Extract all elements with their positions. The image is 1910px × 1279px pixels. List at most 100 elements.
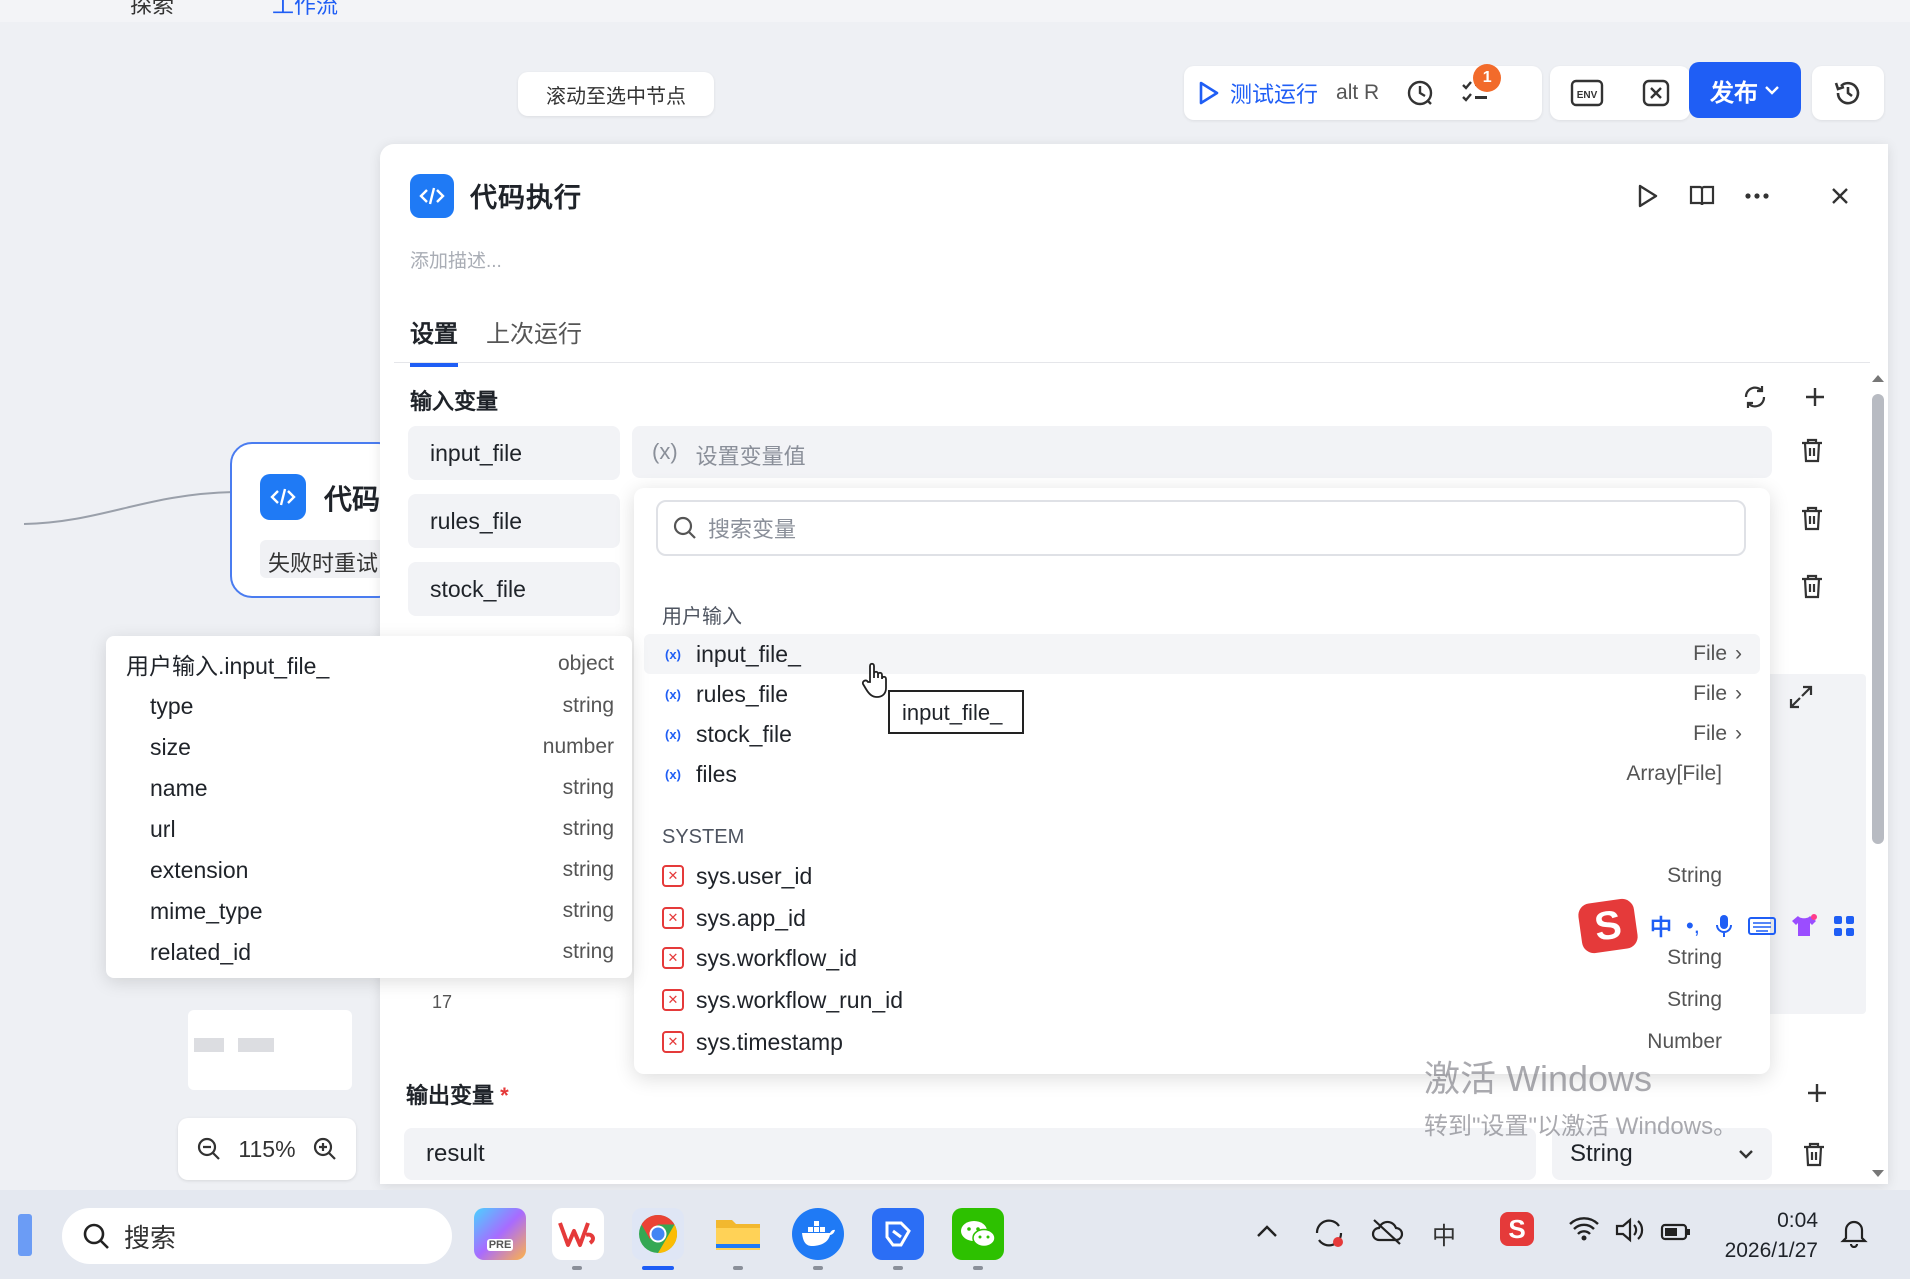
variable-option[interactable]: ✕ sys.user_id String — [644, 856, 1760, 896]
cloud-offline-icon[interactable] — [1370, 1216, 1404, 1246]
notification-bell-icon[interactable] — [1840, 1216, 1868, 1248]
ime-mode[interactable]: 中 — [1650, 910, 1672, 942]
sogou-tray-icon[interactable]: S — [1500, 1212, 1534, 1246]
variable-option[interactable]: (x) input_file_ File › — [644, 634, 1760, 674]
tab-workflow[interactable]: 工作流 — [272, 0, 338, 18]
chevron-down-icon — [1765, 86, 1779, 95]
variable-search-input[interactable]: 搜索变量 — [656, 500, 1746, 556]
panel-title[interactable]: 代码执行 — [470, 176, 582, 215]
system-x-icon: ✕ — [662, 1031, 684, 1053]
input-var-name[interactable]: stock_file — [408, 562, 620, 616]
docker-app-icon[interactable] — [792, 1208, 844, 1260]
delete-icon[interactable] — [1798, 504, 1826, 532]
docs-book-icon[interactable] — [1688, 183, 1716, 209]
object-field-row[interactable]: name string — [106, 768, 632, 808]
more-icon[interactable] — [1744, 192, 1770, 200]
expand-icon[interactable] — [1788, 684, 1814, 710]
tab-last-run[interactable]: 上次运行 — [486, 314, 582, 367]
variable-value-selector[interactable]: (x) 设置变量值 — [632, 426, 1772, 478]
variable-option[interactable]: (x) files Array[File] — [644, 754, 1760, 794]
search-icon — [673, 516, 696, 539]
scroll-down-icon[interactable] — [1870, 1168, 1886, 1180]
output-type-value: String — [1570, 1140, 1633, 1167]
scroll-up-icon[interactable] — [1870, 372, 1886, 384]
scroll-to-selected-button[interactable]: 滚动至选中节点 — [518, 72, 714, 116]
delete-icon[interactable] — [1800, 1140, 1828, 1168]
microphone-icon[interactable] — [1714, 913, 1734, 939]
field-key: size — [150, 733, 191, 760]
svg-text:ENV: ENV — [1576, 90, 1597, 101]
object-field-row[interactable]: related_id string — [106, 932, 632, 972]
delete-icon[interactable] — [1798, 572, 1826, 600]
variable-option[interactable]: (x) stock_file File › — [644, 714, 1760, 754]
run-node-icon[interactable] — [1636, 183, 1660, 209]
variable-option-name: sys.user_id — [696, 862, 813, 889]
system-clock[interactable]: 0:04 2026/1/27 — [1714, 1206, 1818, 1266]
lark-app-icon[interactable] — [872, 1208, 924, 1260]
sync-status-icon[interactable] — [1312, 1216, 1346, 1250]
field-key: name — [150, 774, 208, 801]
wechat-app-icon[interactable] — [952, 1208, 1004, 1260]
object-field-row[interactable]: type string — [106, 686, 632, 726]
taskbar-search[interactable]: 搜索 — [62, 1208, 452, 1264]
line-number: 17 — [432, 992, 453, 1012]
run-history-icon[interactable] — [1405, 78, 1435, 108]
checklist-button[interactable]: 1 — [1461, 64, 1502, 106]
version-history-button[interactable] — [1812, 66, 1884, 120]
test-run-shortcut: alt R — [1336, 81, 1380, 104]
test-run-group: 测试运行 alt R 1 — [1184, 64, 1542, 120]
volume-icon[interactable] — [1614, 1216, 1646, 1244]
widgets-edge[interactable] — [18, 1214, 32, 1256]
input-var-name[interactable]: rules_file — [408, 494, 620, 548]
code-node-card[interactable]: 代码 失败时重试 — [230, 442, 400, 598]
wifi-icon[interactable] — [1568, 1216, 1600, 1242]
zoom-out-icon[interactable] — [196, 1136, 222, 1162]
ime-punctuation[interactable]: •, — [1686, 913, 1700, 939]
skin-shirt-icon[interactable] — [1790, 914, 1818, 938]
tab-settings[interactable]: 设置 — [410, 314, 458, 367]
panel-tabs: 设置 上次运行 — [410, 314, 582, 367]
zoom-control: 115% — [178, 1118, 356, 1180]
object-field-row[interactable]: url string — [106, 809, 632, 849]
object-fields-popup: 用户输入.input_file_ object type string size n… — [106, 636, 632, 978]
group-label: 用户输入 — [662, 606, 742, 628]
chrome-app-icon[interactable] — [632, 1208, 684, 1260]
description-input[interactable]: 添加描述... — [410, 246, 502, 273]
input-var-name[interactable]: input_file — [408, 426, 620, 480]
object-field-row[interactable]: mime_type string — [106, 891, 632, 931]
variable-option-type: File — [1693, 722, 1727, 745]
add-output-icon[interactable] — [1806, 1082, 1828, 1104]
file-explorer-app-icon[interactable] — [712, 1208, 764, 1260]
env-icon[interactable]: ENV — [1570, 79, 1604, 107]
variable-option[interactable]: ✕ sys.workflow_run_id String — [644, 980, 1760, 1020]
variable-x-icon[interactable] — [1641, 78, 1671, 108]
grid-menu-icon[interactable] — [1832, 914, 1856, 938]
running-app-indicator — [572, 1266, 582, 1270]
sync-icon[interactable] — [1742, 384, 1768, 410]
output-name-input[interactable]: result — [404, 1128, 1536, 1180]
variable-option[interactable]: (x) rules_file File › — [644, 674, 1760, 714]
minimap[interactable] — [188, 1010, 352, 1090]
publish-button[interactable]: 发布 — [1689, 62, 1801, 118]
ime-indicator[interactable]: 中 — [1432, 1216, 1456, 1251]
object-field-row[interactable]: extension string — [106, 850, 632, 890]
test-run-label: 测试运行 — [1230, 82, 1319, 107]
battery-icon[interactable] — [1660, 1222, 1692, 1242]
object-field-row[interactable]: size number — [106, 727, 632, 767]
panel-scrollbar[interactable] — [1872, 394, 1884, 844]
add-input-icon[interactable] — [1804, 386, 1826, 408]
zoom-in-icon[interactable] — [312, 1136, 338, 1162]
wps-app-icon[interactable] — [552, 1208, 604, 1260]
chevron-up-icon[interactable] — [1256, 1224, 1278, 1238]
activation-watermark: 激活 Windows 转到"设置"以激活 Windows。 — [1424, 1050, 1737, 1141]
delete-icon[interactable] — [1798, 436, 1826, 464]
variable-option-name: input_file_ — [696, 640, 801, 667]
sogou-logo-icon[interactable]: S — [1576, 897, 1640, 955]
tab-explore[interactable]: 探索 — [130, 0, 174, 18]
keyboard-icon[interactable] — [1747, 916, 1776, 936]
copilot-pre-app-icon[interactable]: PRE — [474, 1208, 526, 1260]
test-run-button[interactable]: 测试运行 alt R — [1198, 77, 1379, 109]
object-type: object — [557, 652, 614, 675]
object-header-row[interactable]: 用户输入.input_file_ object — [106, 644, 632, 684]
close-icon[interactable] — [1830, 186, 1850, 206]
